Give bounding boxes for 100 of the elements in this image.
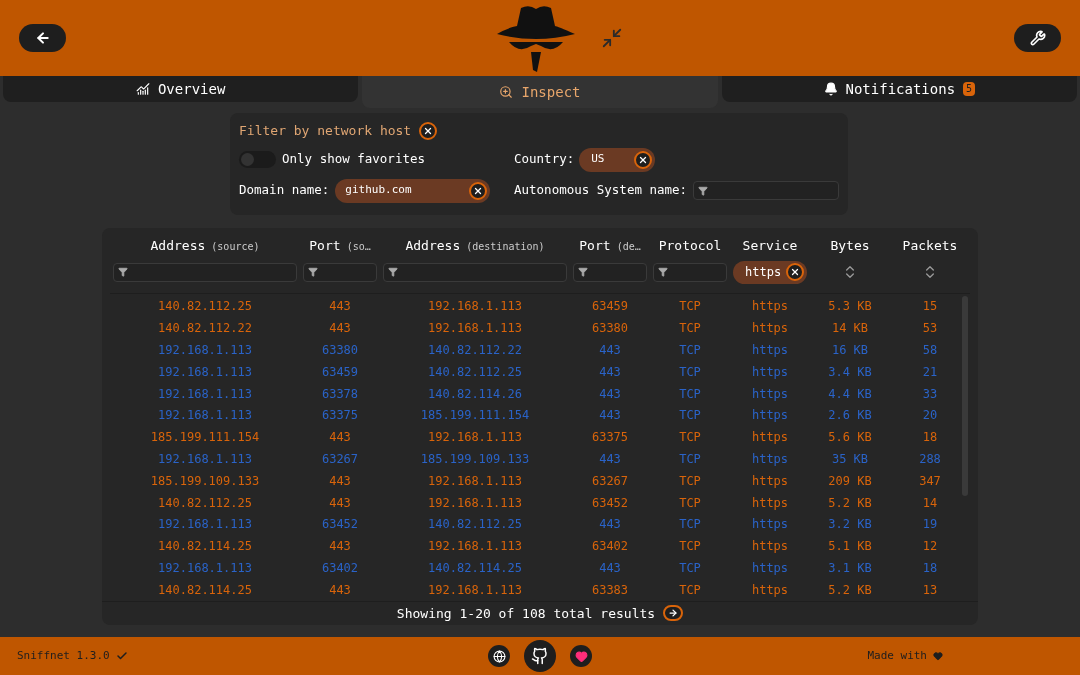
clear-button[interactable] <box>786 263 804 281</box>
arrow-right-icon <box>668 608 679 619</box>
table-cell-text: https <box>750 429 790 447</box>
table-cell-text: 140.82.112.25 <box>157 298 253 316</box>
table-cell-text: 33 <box>921 385 939 403</box>
tab[interactable]: Inspect <box>362 76 718 108</box>
connection-row[interactable]: 192.168.1.113 63378 140.82.114.26 443 TCP https 4.4 KB 33 <box>110 382 970 405</box>
clear-button[interactable] <box>469 181 488 200</box>
table-cell-text: https <box>750 559 790 577</box>
table-cell-text: 14 KB <box>830 320 870 338</box>
connection-row[interactable]: 192.168.1.113 63402 140.82.114.25 443 TCP https 3.1 KB 18 <box>110 557 970 579</box>
column-header: Bytes <box>829 237 871 255</box>
minimize-icon[interactable] <box>601 27 623 49</box>
sponsor-button[interactable] <box>570 645 592 667</box>
table-cell-text: 443 <box>598 516 622 534</box>
scrollbar[interactable] <box>962 295 968 496</box>
table-cell-text: 185.199.109.133 <box>149 472 261 490</box>
filter-icon <box>658 267 668 277</box>
table-cell-text: 5.6 KB <box>827 429 873 447</box>
connection-row[interactable]: 140.82.112.25 443 192.168.1.113 63452 TCP https 5.2 KB 14 <box>110 491 970 514</box>
table-cell-text: 63402 <box>320 559 360 577</box>
connection-row[interactable]: 140.82.114.25 443 192.168.1.113 63383 TCP https 5.2 KB 13 <box>110 578 970 601</box>
table-cell-text: https <box>750 385 790 403</box>
table-cell-text: TCP <box>678 298 702 316</box>
table-cell-text: TCP <box>678 407 702 425</box>
connection-row[interactable]: 140.82.112.25 443 192.168.1.113 63459 TCP https 5.3 KB 15 <box>110 295 970 318</box>
close-icon <box>638 154 649 165</box>
filter-field[interactable] <box>113 262 297 282</box>
tab[interactable]: Notifications 5 <box>721 76 1077 102</box>
github-button[interactable] <box>524 640 556 672</box>
table-cell-text: https <box>750 494 790 512</box>
table-cell-text: 192.168.1.113 <box>427 320 523 338</box>
table-cell-text: 20 <box>921 407 939 425</box>
domain-label: Domain name: <box>239 181 330 200</box>
table-cell-text: 53 <box>921 320 939 338</box>
connection-row[interactable]: 192.168.1.113 63452 140.82.112.25 443 TCP https 3.2 KB 19 <box>110 513 970 536</box>
table-cell-text: TCP <box>678 363 702 381</box>
table-cell-text: 443 <box>598 342 622 359</box>
table-cell-text: 185.199.111.154 <box>419 407 531 425</box>
table-cell-text: 5.1 KB <box>827 538 873 556</box>
connection-row[interactable]: 192.168.1.113 63380 140.82.112.22 443 TCP https 16 KB 58 <box>110 339 970 361</box>
table-cell-text: https <box>750 538 790 556</box>
connection-row[interactable]: 192.168.1.113 63267 185.199.109.133 443 TCP https 35 KB 288 <box>110 448 970 470</box>
connection-row[interactable]: 140.82.112.22 443 192.168.1.113 63380 TCP https 14 KB 53 <box>110 317 970 340</box>
next-page-button[interactable] <box>663 605 684 622</box>
filter-field[interactable] <box>653 262 727 282</box>
connection-row[interactable]: 192.168.1.113 63375 185.199.111.154 443 TCP https 2.6 KB 20 <box>110 404 970 427</box>
table-cell-text: 192.168.1.113 <box>427 298 523 316</box>
connection-row[interactable]: 185.199.111.154 443 192.168.1.113 63375 TCP https 5.6 KB 18 <box>110 426 970 449</box>
filter-field[interactable] <box>303 262 377 282</box>
bell-icon <box>823 82 838 96</box>
table-cell-text: 58 <box>921 342 939 359</box>
column-header: Port (de… <box>578 237 642 255</box>
back-button[interactable] <box>19 24 66 52</box>
table-cell-text: TCP <box>678 450 702 468</box>
service-filter-field[interactable]: https <box>733 260 807 284</box>
table-cell-text: 209 KB <box>827 472 873 490</box>
table-cell-text: 5.3 KB <box>827 298 873 316</box>
table-cell-text: 3.2 KB <box>827 516 873 534</box>
connection-row[interactable]: 192.168.1.113 63459 140.82.112.25 443 TCP https 3.4 KB 21 <box>110 360 970 383</box>
table-cell-text: 185.199.109.133 <box>419 450 531 468</box>
table-cell-text: https <box>750 320 790 338</box>
connection-row[interactable]: 185.199.109.133 443 192.168.1.113 63267 TCP https 209 KB 347 <box>110 469 970 492</box>
table-cell-text: 140.82.112.22 <box>427 342 523 359</box>
tab[interactable]: Overview <box>3 76 359 102</box>
table-cell-text: 140.82.114.25 <box>157 581 253 599</box>
table-cell-text: 63380 <box>320 342 360 359</box>
domain-field[interactable]: github.com <box>335 178 491 203</box>
table-cell-text: 192.168.1.113 <box>157 385 253 403</box>
table-cell-text: 3.4 KB <box>827 363 873 381</box>
connection-row[interactable]: 140.82.114.25 443 192.168.1.113 63402 TCP https 5.1 KB 12 <box>110 535 970 558</box>
website-button[interactable] <box>488 645 510 667</box>
made-with-text: Made with <box>867 647 927 664</box>
country-field[interactable]: US <box>579 147 656 172</box>
table-cell-text: 192.168.1.113 <box>157 559 253 577</box>
column-header: Address (destination) <box>404 237 546 255</box>
clear-button[interactable] <box>419 121 438 140</box>
table-cell-text: 443 <box>598 407 622 425</box>
github-icon <box>531 647 549 665</box>
table-cell-text: 63375 <box>590 429 630 447</box>
table-cell-text: 140.82.112.25 <box>427 516 523 534</box>
column-header: Address (source) <box>149 237 261 255</box>
as-name-field[interactable] <box>693 181 839 200</box>
table-cell-text: 140.82.114.25 <box>427 559 523 577</box>
table-cell-text: 63459 <box>590 298 630 316</box>
table-cell-text: 16 KB <box>830 342 870 359</box>
clear-button[interactable] <box>634 150 653 169</box>
filter-field[interactable] <box>573 262 647 282</box>
table-cell-text: 3.1 KB <box>827 559 873 577</box>
table-cell-text: 192.168.1.113 <box>157 450 253 468</box>
filter-field[interactable] <box>383 262 567 282</box>
table-cell-text: TCP <box>678 516 702 534</box>
settings-button[interactable] <box>1014 24 1061 52</box>
table-cell-text: https <box>750 516 790 534</box>
column-header: Service <box>741 237 799 255</box>
favorites-toggle[interactable] <box>239 151 276 168</box>
filter-icon <box>118 267 128 277</box>
table-cell-text: https <box>750 342 790 359</box>
close-icon <box>423 125 434 136</box>
table-cell-text: 5.2 KB <box>827 581 873 599</box>
